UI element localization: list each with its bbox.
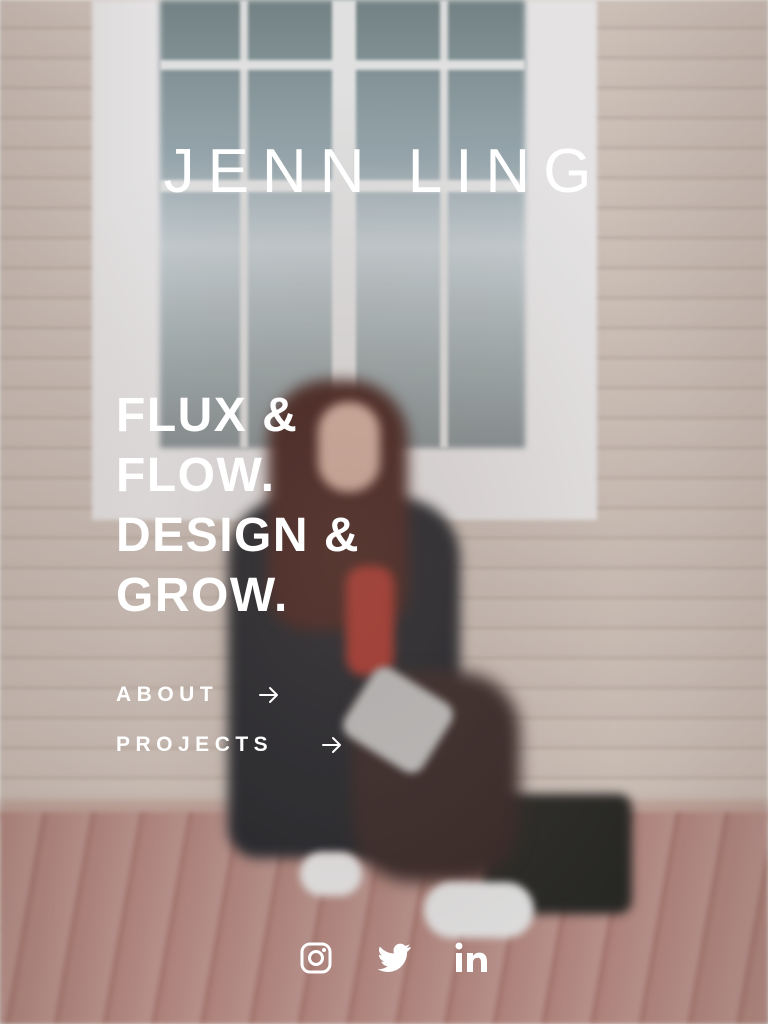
nav-item-projects[interactable]: PROJECTS: [116, 730, 343, 760]
arrow-right-icon: [321, 734, 343, 756]
social-links: [298, 940, 490, 976]
main-nav: ABOUT PROJECTS: [116, 680, 343, 780]
linkedin-icon[interactable]: [454, 940, 490, 976]
arrow-right-icon: [258, 684, 280, 706]
instagram-icon[interactable]: [298, 940, 334, 976]
nav-item-about[interactable]: ABOUT: [116, 680, 343, 710]
tagline-line: FLOW.: [116, 449, 276, 502]
tagline-line: DESIGN &: [116, 509, 361, 562]
twitter-icon[interactable]: [376, 940, 412, 976]
hero-tagline: FLUX & FLOW. DESIGN & GROW.: [116, 386, 360, 626]
nav-item-label: PROJECTS: [116, 733, 274, 756]
tagline-line: FLUX &: [116, 389, 299, 442]
nav-item-label: ABOUT: [116, 683, 219, 706]
brand-title[interactable]: JENN LING: [0, 132, 768, 212]
tagline-line: GROW.: [116, 569, 289, 622]
